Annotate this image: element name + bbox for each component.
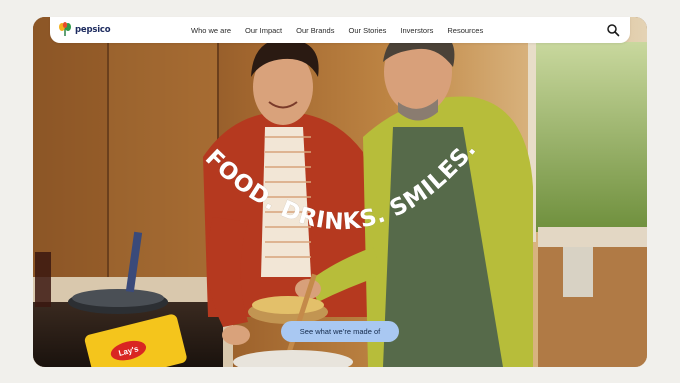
brand-name: pepsico: [75, 24, 111, 35]
hero-image: Lay's: [33, 17, 647, 367]
top-nav: pepsico Who we are Our Impact Our Brands…: [50, 17, 630, 43]
search-icon: [607, 24, 620, 37]
nav-our-impact[interactable]: Our Impact: [245, 26, 282, 35]
pepsico-leaf-logo-icon: [59, 22, 71, 36]
hero-photo: Lay's: [33, 17, 647, 367]
nav-resources[interactable]: Resources: [447, 26, 483, 35]
page: Lay's FOOD. DRINKS. SMILES. pepsico Who …: [0, 0, 680, 383]
nav-who-we-are[interactable]: Who we are: [191, 26, 231, 35]
brand-logo[interactable]: pepsico: [58, 22, 111, 37]
see-what-were-made-of-button[interactable]: See what we’re made of: [281, 321, 399, 342]
nav-investors[interactable]: Inverstors: [400, 26, 433, 35]
nav-our-brands[interactable]: Our Brands: [296, 26, 334, 35]
nav-our-stories[interactable]: Our Stories: [348, 26, 386, 35]
nav-links: Who we are Our Impact Our Brands Our Sto…: [191, 17, 483, 43]
search-button[interactable]: [606, 23, 620, 37]
